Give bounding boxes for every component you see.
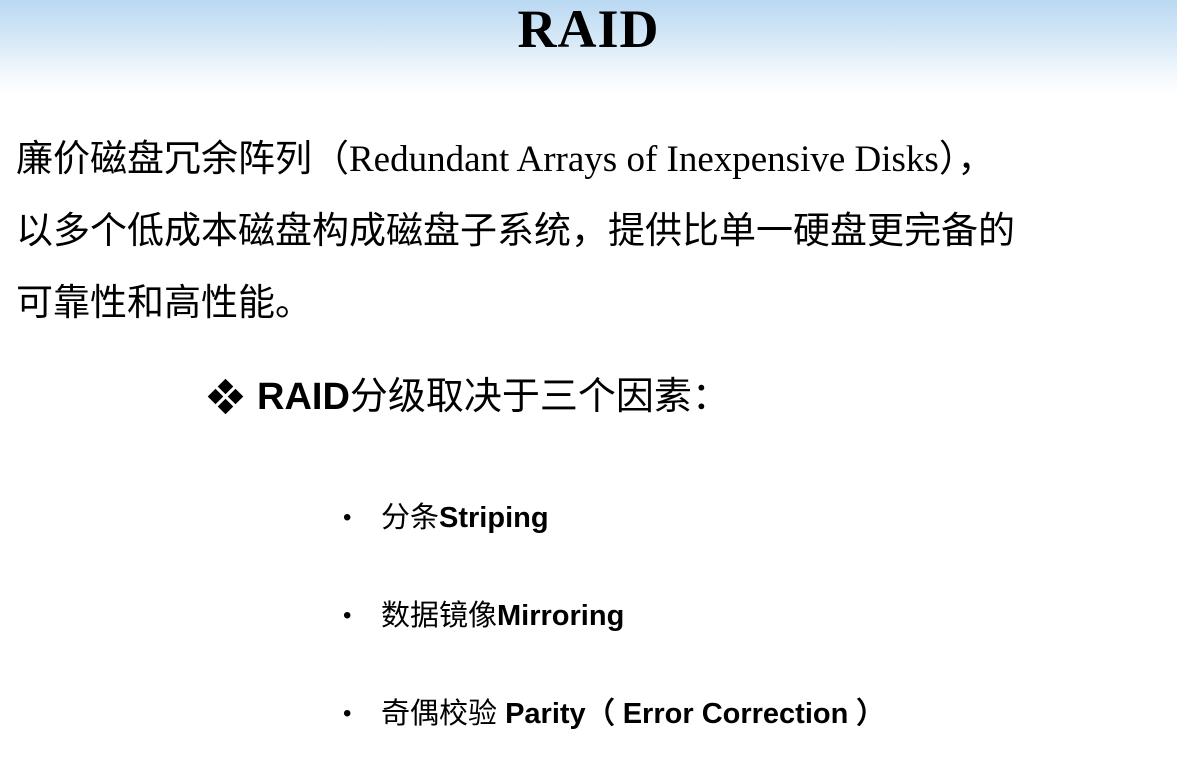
factor-cn-label: 分条 — [381, 502, 440, 534]
factor-cn-label: 数据镜像 — [381, 600, 498, 632]
factor-list: • 分条 Striping • 数据镜像 Mirroring • 奇偶校验 Pari… — [340, 490, 885, 784]
four-diamond-bullet-icon — [207, 378, 244, 415]
list-item: • 奇偶校验 Parity（ Error Correction ） — [340, 686, 885, 784]
list-item: • 分条 Striping — [340, 490, 885, 588]
bullet-icon: • — [343, 504, 352, 531]
bullet-icon: • — [343, 700, 352, 727]
intro-paragraph: 廉价磁盘冗余阵列（Redundant Arrays of Inexpensive… — [16, 124, 1166, 340]
list-item: • 数据镜像 Mirroring — [340, 588, 885, 686]
intro-line-1: 廉价磁盘冗余阵列（Redundant Arrays of Inexpensive… — [16, 139, 995, 180]
factor-en-label: Mirroring — [497, 600, 625, 632]
heading-text: 分级取决于三个因素： — [349, 376, 730, 418]
factor-en-label: Parity（ Error Correction ） — [505, 698, 886, 730]
heading-prefix: RAID — [257, 376, 350, 418]
factor-cn-label: 奇偶校验 — [381, 698, 506, 730]
factor-en-label: Striping — [439, 502, 549, 534]
raid-levels-heading: RAID 分级取决于三个因素： — [207, 370, 730, 424]
intro-line-3: 可靠性和高性能。 — [16, 283, 312, 324]
bullet-icon: • — [343, 602, 352, 629]
intro-line-2: 以多个低成本磁盘构成磁盘子系统，提供比单一硬盘更完备的 — [16, 211, 1015, 252]
slide-title: RAID — [517, 0, 660, 59]
